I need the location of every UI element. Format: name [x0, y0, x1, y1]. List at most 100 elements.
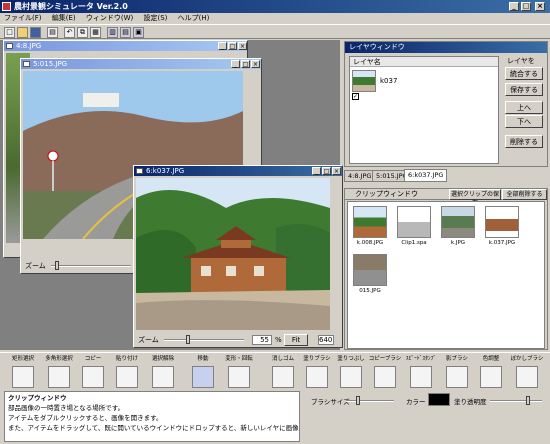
- window-2-close[interactable]: ×: [251, 60, 260, 68]
- layer-name-header: レイヤ名: [350, 57, 498, 67]
- tab-image-6[interactable]: 6:k037.JPG: [404, 169, 448, 182]
- layer-name[interactable]: k037: [380, 77, 397, 85]
- window-2-zoom-slider[interactable]: [51, 261, 131, 270]
- move-tool[interactable]: 移動: [186, 355, 220, 391]
- menu-window[interactable]: ウィンドウ(W): [82, 14, 137, 22]
- slider-thumb[interactable]: [55, 261, 59, 270]
- clip-info-line: また、アイテムをドラッグして、既に開いているウインドウにドロップすると、新しいレ…: [8, 424, 300, 432]
- fill-tool[interactable]: 塗りつぶし: [334, 355, 368, 391]
- deselect-tool[interactable]: 選択解除: [146, 355, 180, 391]
- tab-image-4[interactable]: 4:8.JPG: [344, 170, 376, 182]
- window-1-minimize[interactable]: _: [218, 42, 227, 50]
- layer-list[interactable]: レイヤ名 ✓ k037: [349, 56, 499, 164]
- new-icon[interactable]: □: [4, 27, 15, 38]
- layer-up-button[interactable]: 上へ: [505, 101, 543, 114]
- menu-file[interactable]: ファイル(F): [0, 14, 46, 22]
- speed-stamp-tool[interactable]: ｽﾋﾟｰﾄﾞｽﾀﾝﾌﾟ: [404, 355, 438, 391]
- paint-brush-tool[interactable]: 塗りブラシ: [300, 355, 334, 391]
- window-title-3[interactable]: 6:k037.JPG _ □ ×: [134, 166, 342, 176]
- shadow-brush-tool[interactable]: 影ブラシ: [440, 355, 474, 391]
- clip-item[interactable]: k.008.JPG: [352, 206, 388, 246]
- image-icon: [6, 43, 13, 49]
- tool-bar: 矩形選択 多角形選択 コピー 貼り付け 選択解除 移動 変形・回転 消しゴム 塗…: [0, 352, 550, 392]
- clip-item[interactable]: Clip1.spa: [396, 206, 432, 246]
- paste-icon[interactable]: ▦: [90, 27, 101, 38]
- save-icon[interactable]: [30, 27, 41, 38]
- fill-icon: [340, 366, 362, 388]
- menu-edit[interactable]: 編集(E): [48, 14, 80, 22]
- slider-thumb[interactable]: [356, 396, 360, 405]
- menu-help[interactable]: ヘルプ(H): [174, 14, 214, 22]
- delete-all-clips-button[interactable]: 全部削除する: [502, 189, 547, 200]
- main-toolbar: □ ▤ ↶ ⧉ ▦ ▥ ▤ ▣: [0, 24, 550, 39]
- tile-icon[interactable]: ▥: [107, 27, 118, 38]
- copy-tool[interactable]: コピー: [76, 355, 110, 391]
- print-icon[interactable]: ▤: [47, 27, 58, 38]
- tool-label: 変形・回転: [225, 356, 253, 362]
- clip-item-label: 015.JPG: [359, 288, 381, 294]
- clip-thumbnail: [485, 206, 519, 238]
- transform-tool[interactable]: 変形・回転: [222, 355, 256, 391]
- merge-layer-button[interactable]: 統合する: [505, 67, 543, 80]
- image-size-field[interactable]: 640: [318, 335, 334, 345]
- clip-list[interactable]: k.008.JPG Clip1.spa k.JPG k.037.JPG 015.…: [347, 201, 545, 349]
- color-adjust-tool[interactable]: 色調整: [474, 355, 508, 391]
- fit-button[interactable]: Fit: [284, 334, 308, 346]
- minimize-button[interactable]: _: [509, 2, 519, 11]
- clip-item[interactable]: k.JPG: [440, 206, 476, 246]
- image-window-3[interactable]: 6:k037.JPG _ □ × ズーム 55 % Fit 640: [133, 165, 343, 348]
- menu-settings[interactable]: 設定(S): [139, 14, 171, 22]
- slider-thumb[interactable]: [186, 335, 190, 344]
- rect-select-tool[interactable]: 矩形選択: [6, 355, 40, 391]
- paste-tool[interactable]: 貼り付け: [110, 355, 144, 391]
- layer-thumbnail[interactable]: [352, 70, 376, 92]
- opacity-slider[interactable]: [490, 396, 542, 405]
- rect-select-icon: [12, 366, 34, 388]
- brush-color-swatch[interactable]: [428, 393, 450, 406]
- copy-icon: [82, 366, 104, 388]
- layer-visibility-checkbox[interactable]: ✓: [352, 93, 359, 100]
- window-title-2[interactable]: 5:015.JPG _ □ ×: [21, 59, 261, 69]
- window-1-close[interactable]: ×: [238, 42, 247, 50]
- copy-icon[interactable]: ⧉: [77, 27, 88, 38]
- cascade-icon[interactable]: ▤: [120, 27, 131, 38]
- polygon-select-icon: [48, 366, 70, 388]
- delete-layer-button[interactable]: 削除する: [505, 135, 543, 148]
- copy-brush-tool[interactable]: コピーブラシ: [368, 355, 402, 391]
- blur-brush-tool[interactable]: ぼかしブラシ: [508, 355, 546, 391]
- zoom-label: ズーム: [138, 336, 159, 344]
- clip-item[interactable]: k.037.JPG: [484, 206, 520, 246]
- open-icon[interactable]: [17, 27, 28, 38]
- window-3-close[interactable]: ×: [332, 167, 341, 175]
- eraser-tool[interactable]: 消しゴム: [266, 355, 300, 391]
- polygon-select-tool[interactable]: 多角形選択: [42, 355, 76, 391]
- save-layer-button[interactable]: 保存する: [505, 83, 543, 96]
- mdi-area: 4:8.JPG _ □ × 5:015.JPG _ □ × ズーム 6:k037.JPG…: [0, 40, 343, 350]
- save-clip-button[interactable]: 選択クリップの保存: [449, 189, 501, 207]
- window-3-minimize[interactable]: _: [312, 167, 321, 175]
- window-title-1[interactable]: 4:8.JPG _ □ ×: [4, 41, 247, 51]
- window-2-title: 5:015.JPG: [33, 60, 68, 68]
- brush-size-label: ブラシサイズ: [311, 398, 350, 406]
- layer-down-button[interactable]: 下へ: [505, 115, 543, 128]
- arrange-icon[interactable]: ▣: [133, 27, 144, 38]
- window-3-zoombar: ズーム 55 % Fit 640: [134, 333, 342, 347]
- close-button[interactable]: ×: [535, 2, 545, 11]
- slider-thumb[interactable]: [526, 396, 530, 405]
- window-2-maximize[interactable]: □: [241, 60, 250, 68]
- clip-thumbnail: [353, 254, 387, 286]
- brush-size-slider[interactable]: [346, 396, 394, 405]
- tool-label: 選択解除: [151, 356, 174, 362]
- window-2-minimize[interactable]: _: [231, 60, 240, 68]
- image-icon: [136, 168, 143, 174]
- undo-icon[interactable]: ↶: [64, 27, 75, 38]
- window-3-maximize[interactable]: □: [322, 167, 331, 175]
- copy-brush-icon: [374, 366, 396, 388]
- maximize-button[interactable]: □: [521, 2, 531, 11]
- color-label: カラー: [406, 398, 426, 406]
- zoom-percent-input[interactable]: 55: [252, 335, 272, 345]
- clip-item[interactable]: 015.JPG: [352, 254, 388, 294]
- window-1-maximize[interactable]: □: [228, 42, 237, 50]
- window-3-zoom-slider[interactable]: [164, 335, 244, 344]
- shadow-brush-icon: [446, 366, 468, 388]
